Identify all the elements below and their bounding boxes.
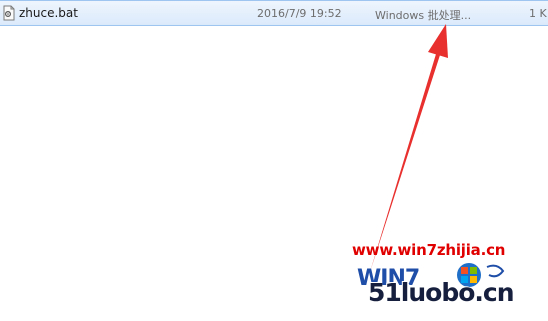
- watermark-brand: 51luobo.cn: [368, 278, 515, 307]
- file-type: Windows 批处理...: [375, 9, 472, 22]
- watermark-url: www.win7zhijia.cn: [352, 241, 506, 259]
- file-size: 1 K: [529, 7, 547, 20]
- batch-file-icon: [3, 5, 15, 21]
- file-row-zhuce-bat[interactable]: zhuce.bat 2016/7/9 19:52 Windows 批处理... …: [0, 0, 548, 26]
- file-name: zhuce.bat: [19, 6, 78, 20]
- file-modified-date: 2016/7/9 19:52: [257, 7, 342, 20]
